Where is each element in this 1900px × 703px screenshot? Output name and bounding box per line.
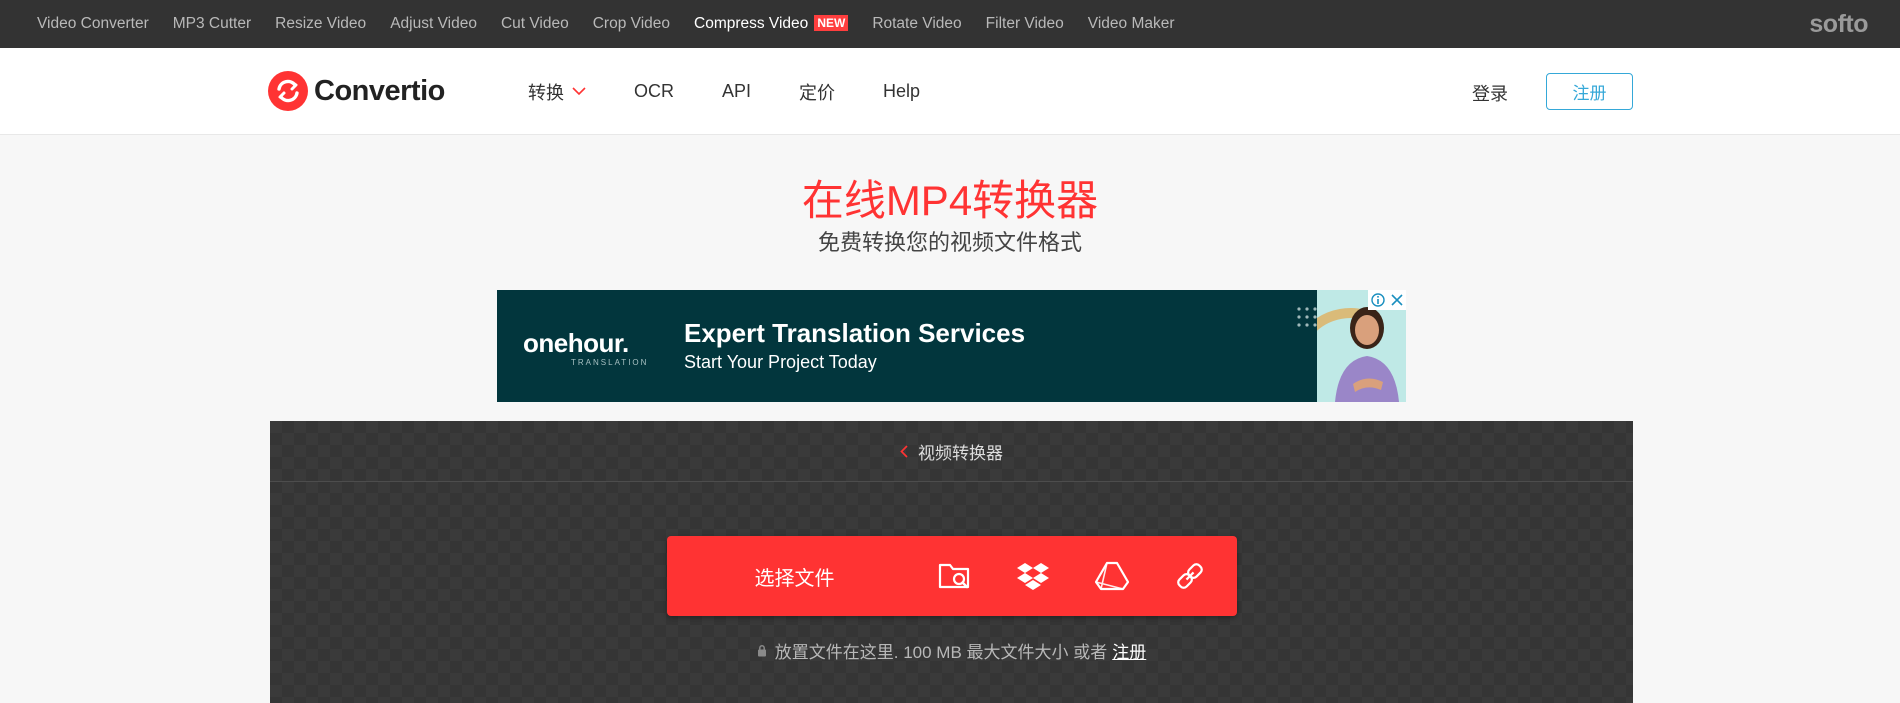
chevron-down-icon (572, 87, 586, 96)
topbar-link-adjust-video[interactable]: Adjust Video (390, 15, 477, 33)
drop-note-signup-link[interactable]: 注册 (1112, 638, 1146, 663)
convertio-logo[interactable]: Convertio (268, 71, 445, 111)
convertio-logo-text: Convertio (314, 74, 445, 107)
ad-brand-subtitle: TRANSLATION (571, 358, 649, 367)
drop-note-text: 放置文件在这里. 100 MB 最大文件大小 或者 (774, 643, 1108, 662)
breadcrumb[interactable]: 视频转换器 (270, 421, 1633, 482)
ad-banner[interactable]: onehour. TRANSLATION Expert Translation … (497, 290, 1406, 402)
upload-bar: 选择文件 (667, 536, 1237, 616)
close-icon[interactable] (1391, 294, 1403, 306)
converter-panel: 视频转换器 选择文件 放置文件在这里. 100 MB 最大文件大小 或者 注册 (270, 421, 1633, 703)
topbar-link-crop-video[interactable]: Crop Video (593, 15, 670, 33)
folder-search-icon[interactable] (935, 556, 975, 596)
new-badge: NEW (814, 15, 849, 31)
nav-help[interactable]: Help (883, 81, 920, 102)
nav-ocr[interactable]: OCR (634, 81, 674, 102)
dropbox-icon[interactable] (1013, 556, 1053, 596)
topbar-link-cut-video[interactable]: Cut Video (501, 15, 569, 33)
nav-convert[interactable]: 转换 (528, 79, 586, 105)
ad-brand-logo: onehour. (523, 328, 629, 358)
page-title: 在线MP4转换器 (801, 177, 1099, 224)
lock-icon (757, 645, 766, 657)
main-nav: 转换 OCR API 定价 Help (528, 48, 968, 135)
grid-dots-icon (1297, 307, 1317, 327)
softo-logo[interactable]: softo (1809, 10, 1868, 39)
chevron-left-icon (900, 444, 908, 458)
topbar-link-filter-video[interactable]: Filter Video (986, 15, 1064, 33)
ad-choices[interactable] (1368, 290, 1406, 310)
convertio-logo-icon (268, 71, 308, 111)
google-drive-icon[interactable] (1092, 556, 1132, 596)
site-header: Convertio 转换 OCR API 定价 Help 登录 注册 (0, 48, 1900, 135)
softo-topbar: Video Converter MP3 Cutter Resize Video … (0, 0, 1900, 48)
topbar-link-mp3-cutter[interactable]: MP3 Cutter (173, 15, 251, 33)
ad-headline: Expert Translation Services (684, 318, 1026, 348)
topbar-link-rotate-video[interactable]: Rotate Video (872, 15, 961, 33)
topbar-link-compress-video-label: Compress Video (694, 15, 809, 32)
topbar-link-video-maker[interactable]: Video Maker (1088, 15, 1175, 33)
login-link[interactable]: 登录 (1472, 80, 1508, 106)
topbar-link-compress-video[interactable]: Compress Video NEW (694, 15, 849, 33)
topbar-link-video-converter[interactable]: Video Converter (37, 15, 149, 33)
nav-pricing[interactable]: 定价 (799, 79, 835, 105)
page-subtitle: 免费转换您的视频文件格式 (817, 230, 1082, 255)
info-icon[interactable] (1371, 293, 1385, 307)
url-link-icon[interactable] (1170, 556, 1210, 596)
softo-tool-links: Video Converter MP3 Cutter Resize Video … (25, 0, 1187, 48)
choose-files-button[interactable]: 选择文件 (667, 536, 922, 616)
topbar-link-resize-video[interactable]: Resize Video (275, 15, 366, 33)
nav-convert-label: 转换 (528, 82, 564, 103)
breadcrumb-video-converter: 视频转换器 (918, 443, 1003, 463)
nav-api[interactable]: API (722, 81, 751, 102)
drop-note: 放置文件在这里. 100 MB 最大文件大小 或者 注册 (270, 638, 1633, 663)
signup-button[interactable]: 注册 (1546, 73, 1633, 110)
ad-subline: Start Your Project Today (684, 352, 877, 372)
